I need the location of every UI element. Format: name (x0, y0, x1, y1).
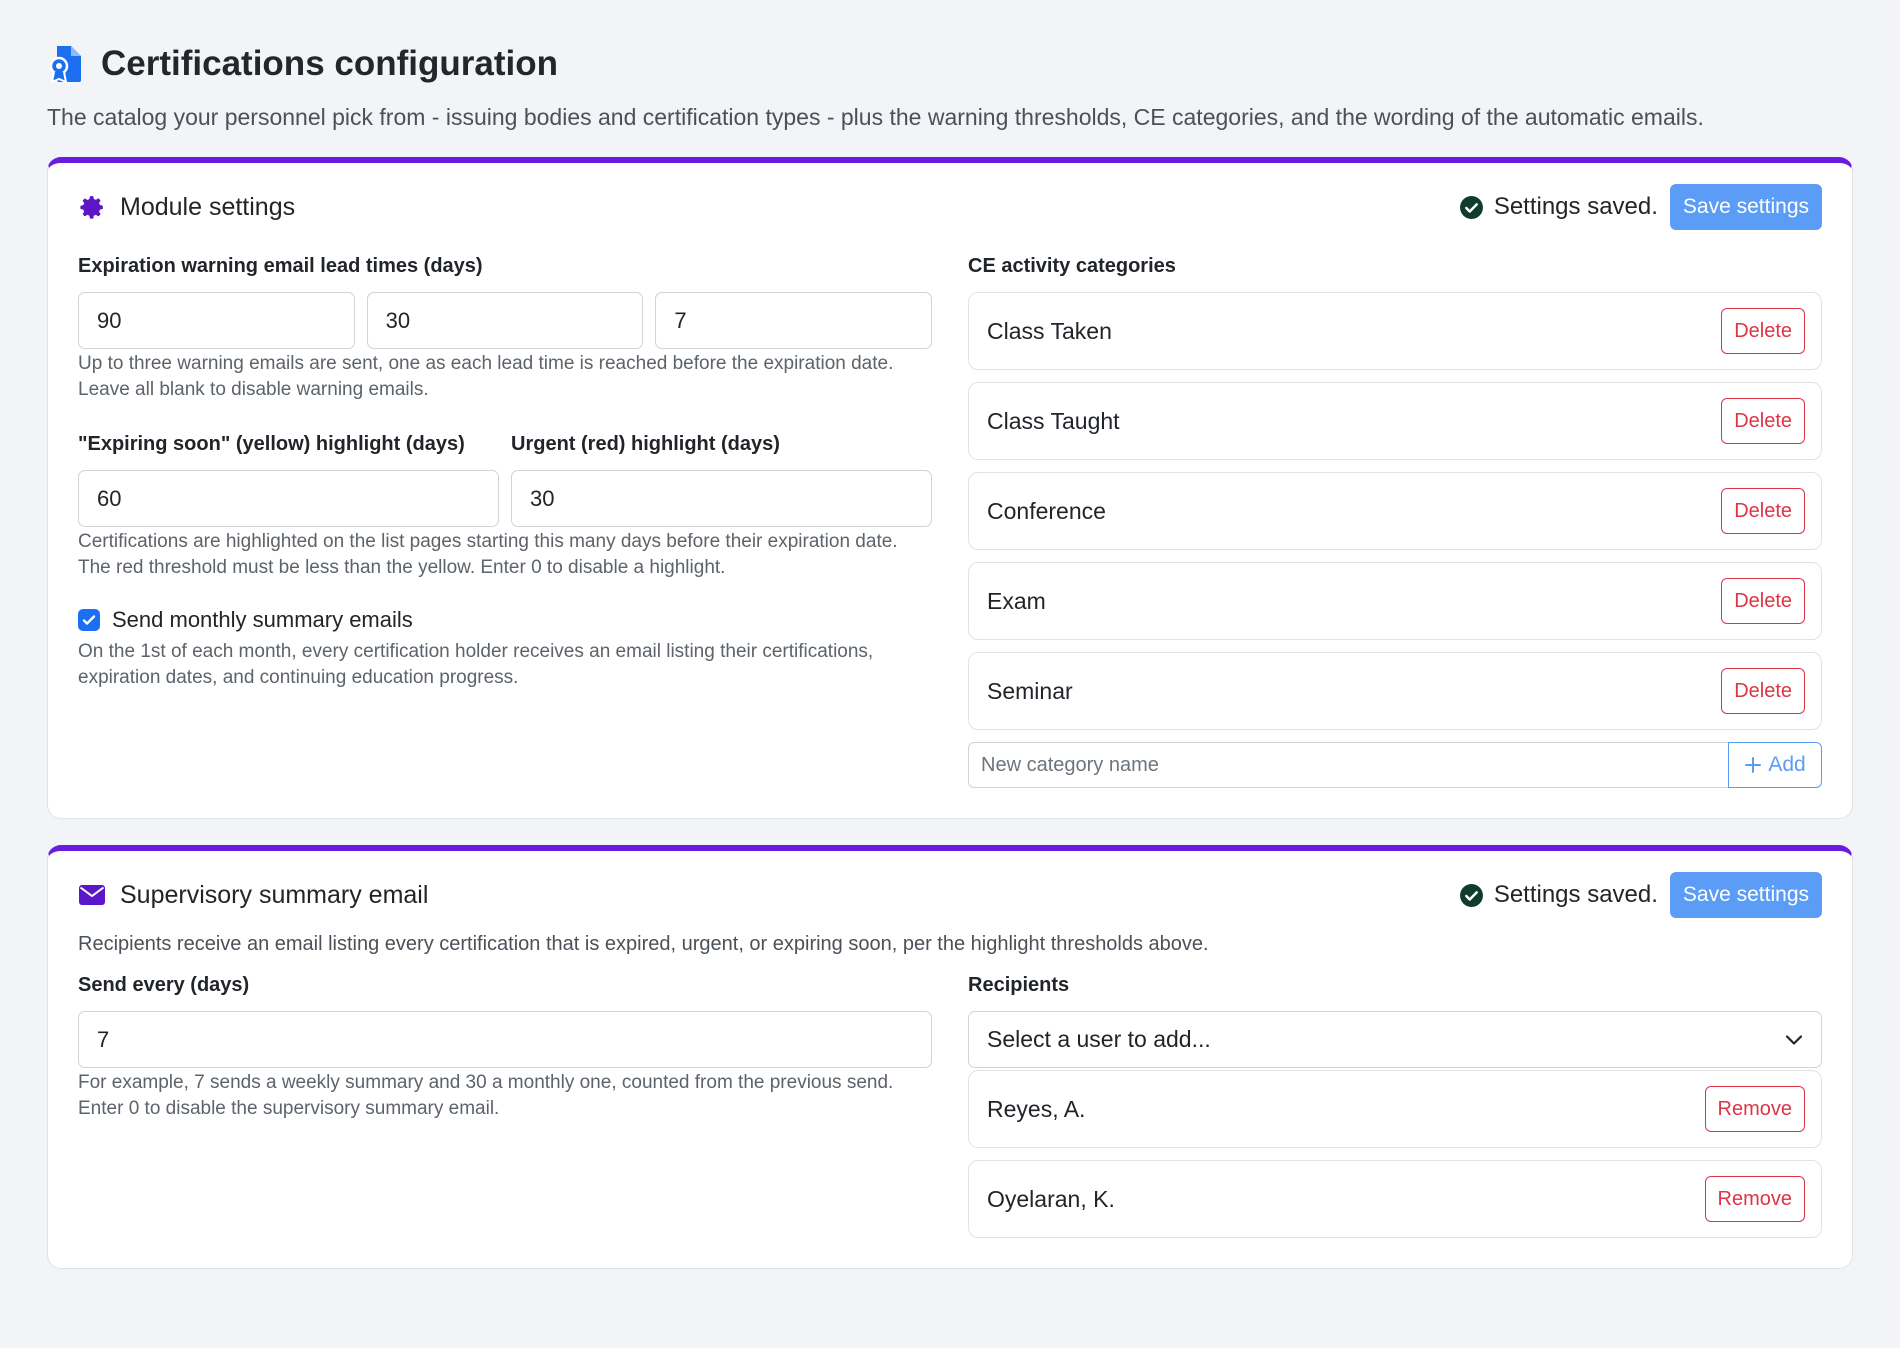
monthly-summary-row: Send monthly summary emails (78, 607, 932, 633)
lead-time-1-input[interactable] (78, 292, 355, 349)
left-column: Expiration warning email lead times (day… (78, 243, 933, 788)
certificate-document-icon (47, 44, 85, 84)
supervisory-intro: Recipients receive an email listing ever… (78, 933, 1209, 955)
card-title-group: Module settings (78, 193, 295, 222)
yellow-highlight-input[interactable] (78, 470, 499, 527)
saved-text: Settings saved. (1493, 193, 1658, 220)
card-title-group: Supervisory summary email (78, 881, 428, 910)
supervisory-grid: Send every (days) For example, 7 sends a… (78, 962, 1822, 1238)
lead-time-2-input[interactable] (366, 292, 644, 349)
category-item: Exam Delete (968, 562, 1822, 640)
card-title: Module settings (120, 192, 296, 221)
red-highlight-input[interactable] (511, 470, 932, 527)
category-name: Conference (987, 497, 1106, 524)
saved-status: Settings saved. (1459, 881, 1658, 909)
right-column: Recipients Select a user to add... Reyes… (968, 962, 1822, 1238)
add-category-row: Add (968, 742, 1822, 788)
left-column: Send every (days) For example, 7 sends a… (78, 962, 932, 1238)
save-settings-button[interactable]: Save settings (1669, 184, 1822, 230)
red-label: Urgent (red) highlight (days) (511, 433, 780, 455)
card-header: Module settings Settings saved. Save set… (78, 183, 1822, 231)
red-field: Urgent (red) highlight (days) (511, 421, 932, 527)
delete-category-button[interactable]: Delete (1721, 578, 1805, 624)
send-every-label: Send every (days) (78, 974, 250, 996)
card-header: Supervisory summary email Settings saved… (78, 871, 1822, 919)
lead-time-3-input[interactable] (655, 292, 933, 349)
send-every-input[interactable] (78, 1011, 932, 1068)
category-name: Class Taken (987, 317, 1112, 344)
category-name: Exam (987, 587, 1046, 614)
category-name: Class Taught (987, 407, 1120, 434)
plus-icon (1745, 757, 1762, 773)
monthly-summary-checkbox[interactable] (78, 609, 100, 631)
recipients-label: Recipients (968, 974, 1070, 996)
recipient-name: Reyes, A. (987, 1095, 1086, 1122)
delete-category-button[interactable]: Delete (1721, 488, 1805, 534)
send-every-help: For example, 7 sends a weekly summary an… (78, 1072, 894, 1119)
saved-status: Settings saved. (1459, 193, 1658, 221)
highlight-row: "Expiring soon" (yellow) highlight (days… (78, 421, 932, 527)
right-column: CE activity categories Class Taken Delet… (968, 243, 1822, 788)
recipient-name: Oyelaran, K. (987, 1185, 1115, 1212)
card-actions: Settings saved. Save settings (1459, 872, 1822, 918)
category-name: Seminar (987, 677, 1073, 704)
module-settings-card: Module settings Settings saved. Save set… (47, 157, 1853, 819)
add-category-button[interactable]: Add (1728, 742, 1822, 788)
checkmark-icon (82, 615, 96, 625)
supervisory-summary-card: Supervisory summary email Settings saved… (47, 845, 1853, 1269)
category-item: Seminar Delete (968, 652, 1822, 730)
category-item: Conference Delete (968, 472, 1822, 550)
monthly-summary-help: On the 1st of each month, every certific… (78, 641, 874, 688)
ce-categories-label: CE activity categories (968, 255, 1176, 277)
save-settings-button[interactable]: Save settings (1669, 872, 1822, 918)
highlight-help: Certifications are highlighted on the li… (78, 531, 898, 578)
category-item: Class Taken Delete (968, 292, 1822, 370)
gear-icon (78, 193, 106, 221)
page-subtitle: The catalog your personnel pick from - i… (47, 104, 1704, 130)
page: Certifications configuration The catalog… (0, 0, 1900, 1269)
recipient-item: Reyes, A. Remove (968, 1070, 1822, 1148)
chevron-down-icon (1785, 1034, 1803, 1045)
recipient-item: Oyelaran, K. Remove (968, 1160, 1822, 1238)
saved-text: Settings saved. (1493, 881, 1658, 908)
remove-recipient-button[interactable]: Remove (1704, 1176, 1805, 1222)
check-circle-icon (1459, 195, 1484, 220)
yellow-field: "Expiring soon" (yellow) highlight (days… (78, 421, 499, 527)
yellow-label: "Expiring soon" (yellow) highlight (days… (78, 433, 465, 455)
delete-category-button[interactable]: Delete (1721, 308, 1805, 354)
envelope-icon (78, 881, 106, 909)
lead-times-row (78, 292, 933, 349)
card-actions: Settings saved. Save settings (1459, 184, 1822, 230)
remove-recipient-button[interactable]: Remove (1704, 1086, 1805, 1132)
add-label: Add (1768, 753, 1806, 776)
recipient-select[interactable]: Select a user to add... (968, 1011, 1822, 1068)
module-settings-grid: Expiration warning email lead times (day… (78, 243, 1822, 788)
category-item: Class Taught Delete (968, 382, 1822, 460)
new-category-input[interactable] (968, 742, 1728, 788)
recipient-select-value: Select a user to add... (987, 1026, 1211, 1052)
lead-times-label: Expiration warning email lead times (day… (78, 255, 483, 277)
lead-times-help: Up to three warning emails are sent, one… (78, 353, 894, 400)
delete-category-button[interactable]: Delete (1721, 398, 1805, 444)
page-header: Certifications configuration (47, 36, 1853, 92)
monthly-summary-label[interactable]: Send monthly summary emails (112, 607, 413, 633)
card-title: Supervisory summary email (120, 880, 429, 909)
check-circle-icon (1459, 883, 1484, 908)
delete-category-button[interactable]: Delete (1721, 668, 1805, 714)
page-title: Certifications configuration (101, 44, 558, 83)
